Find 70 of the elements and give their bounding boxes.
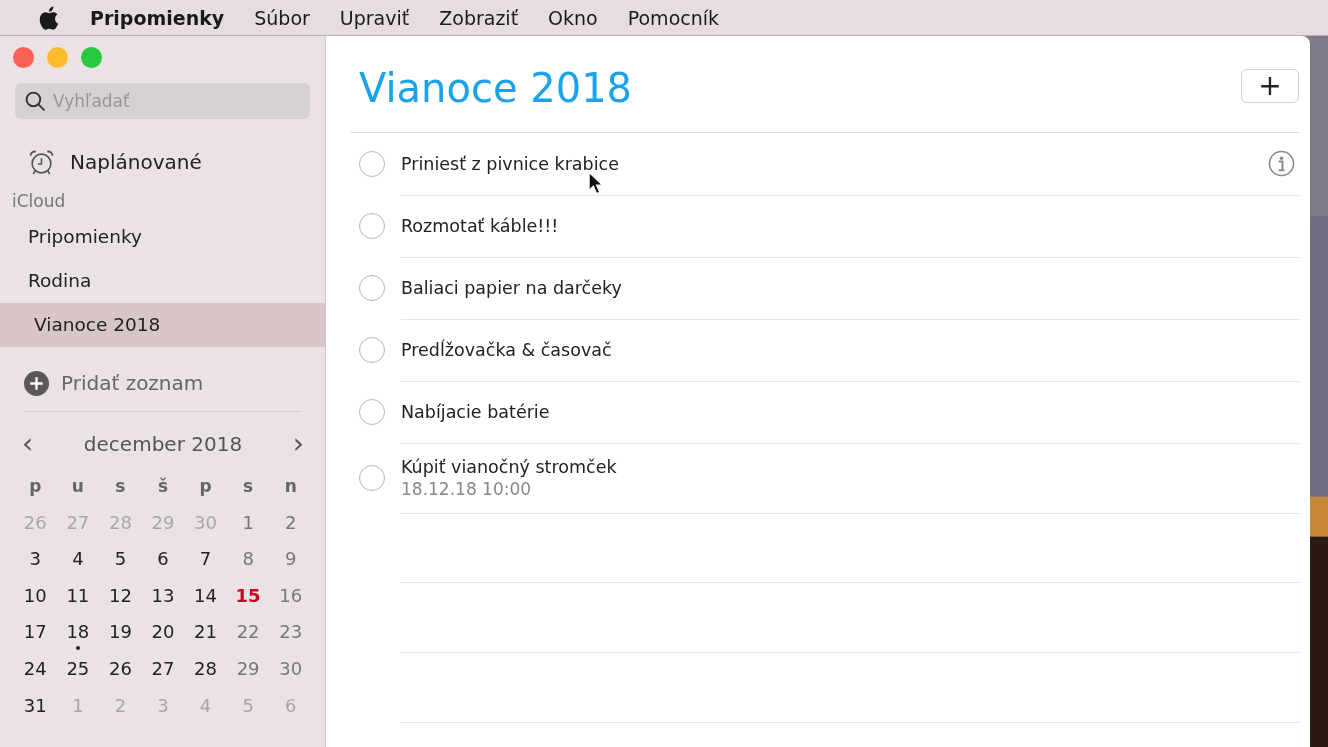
- calendar-day[interactable]: 30: [269, 652, 312, 690]
- sidebar-item[interactable]: Naplánované: [0, 147, 325, 177]
- calendar-day[interactable]: 7: [184, 543, 227, 580]
- previous-month-button[interactable]: ‹: [22, 430, 34, 458]
- add-icon[interactable]: [24, 370, 49, 396]
- calendar-day[interactable]: 20: [141, 616, 185, 653]
- reminder-title[interactable]: Kúpiť vianočný stromček: [401, 456, 617, 477]
- calendar-day[interactable]: 16: [269, 579, 312, 617]
- alarm-clock-icon: [28, 148, 55, 176]
- calendar-day[interactable]: 6: [141, 543, 185, 580]
- calendar-day[interactable]: 28: [184, 652, 227, 690]
- list-item[interactable]: Pripomienky: [0, 215, 325, 259]
- mouse-pointer-icon: [588, 171, 603, 195]
- calendar-day[interactable]: 3: [14, 543, 57, 580]
- next-month-button[interactable]: ›: [292, 430, 304, 458]
- weekday-label: s: [242, 475, 255, 498]
- calendar-day[interactable]: 19: [99, 616, 142, 653]
- close-button[interactable]: [13, 47, 34, 68]
- calendar-day[interactable]: 26: [99, 652, 142, 690]
- add-list-label[interactable]: Pridať zoznam: [61, 371, 204, 395]
- list-title: Vianoce 2018: [359, 65, 633, 111]
- weekday-label: p: [28, 475, 43, 498]
- calendar-day[interactable]: 9: [269, 543, 312, 580]
- menu-item[interactable]: Súbor: [254, 6, 310, 29]
- calendar-day[interactable]: 29: [226, 652, 270, 690]
- calendar-day[interactable]: 21: [184, 616, 227, 653]
- calendar-day[interactable]: 4: [56, 543, 100, 580]
- zoom-button[interactable]: [81, 47, 102, 68]
- calendar-day[interactable]: 25: [56, 652, 100, 690]
- info-icon[interactable]: [1268, 150, 1295, 177]
- reminder-title[interactable]: Priniesť z pivnice krabice: [401, 153, 619, 174]
- weekday-label: p: [198, 475, 213, 498]
- weekday-label: š: [156, 475, 170, 498]
- reminder-title[interactable]: Predĺžovačka & časovač: [401, 339, 612, 360]
- weekday-label: s: [114, 475, 127, 498]
- calendar-day[interactable]: 13: [141, 579, 185, 617]
- menu-item[interactable]: Zobraziť: [439, 6, 519, 29]
- search-field[interactable]: Vyhľadať: [15, 83, 310, 119]
- calendar-day[interactable]: 31: [14, 689, 57, 727]
- reminder-title[interactable]: Baliaci papier na darčeky: [401, 277, 622, 298]
- minimize-button[interactable]: [47, 47, 68, 68]
- weekday-label: n: [283, 475, 298, 498]
- calendar-day[interactable]: 14: [184, 579, 227, 617]
- calendar-day[interactable]: 23: [269, 616, 312, 653]
- reminder-date: 18.12.18 10:00: [401, 478, 533, 499]
- calendar-day[interactable]: 17: [14, 616, 57, 653]
- menu-item[interactable]: Upraviť: [339, 6, 410, 29]
- section-header: iCloud: [11, 191, 67, 213]
- menu-item[interactable]: Pomocník: [627, 6, 720, 29]
- calendar-day[interactable]: 15: [226, 579, 270, 617]
- calendar-day[interactable]: 12: [99, 579, 142, 617]
- month-title: december 2018: [83, 432, 243, 456]
- list-item[interactable]: Vianoce 2018: [0, 303, 325, 347]
- reminder-title[interactable]: Rozmotať káble!!!: [401, 215, 559, 236]
- calendar-day[interactable]: 11: [56, 579, 100, 617]
- weekday-label: u: [70, 475, 85, 498]
- reminder-title[interactable]: Nabíjacie batérie: [401, 401, 550, 422]
- calendar-day[interactable]: 2: [269, 506, 312, 544]
- menu-item[interactable]: Pripomienky: [90, 6, 225, 29]
- add-button[interactable]: +: [1241, 69, 1299, 103]
- calendar-day[interactable]: 5: [99, 543, 142, 580]
- calendar-day[interactable]: 1: [226, 506, 270, 544]
- calendar-day[interactable]: 27: [141, 652, 185, 690]
- calendar-day[interactable]: 22: [226, 616, 270, 653]
- list-item[interactable]: Rodina: [0, 259, 325, 303]
- calendar-day[interactable]: 8: [226, 543, 270, 580]
- menu-item[interactable]: Okno: [548, 6, 598, 29]
- calendar-day[interactable]: 24: [14, 652, 57, 690]
- calendar-day[interactable]: 18: [56, 616, 100, 653]
- calendar-day[interactable]: 10: [14, 579, 57, 617]
